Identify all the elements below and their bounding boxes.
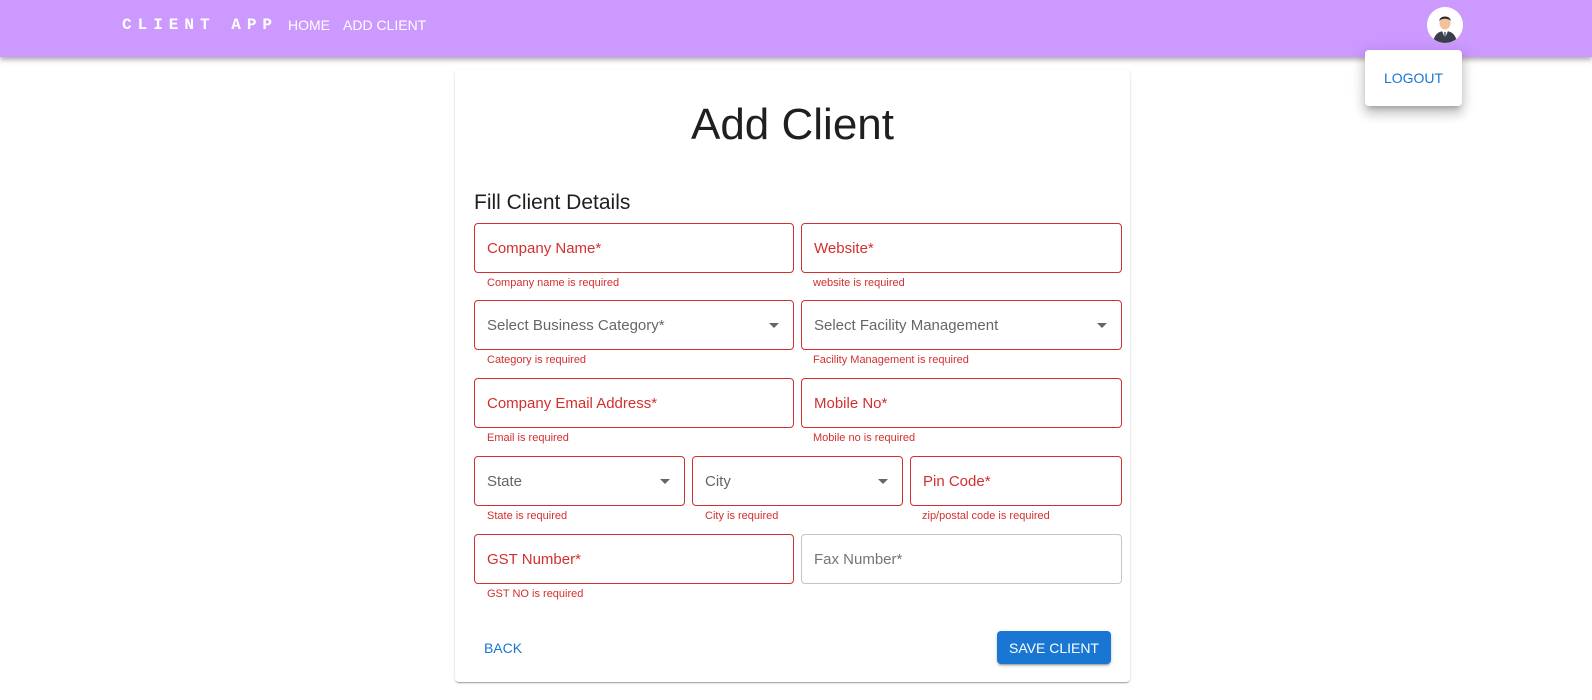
business-category-label: Select Business Category* (487, 317, 665, 334)
facility-management-label: Select Facility Management (814, 317, 999, 334)
company-email-error: Email is required (487, 432, 569, 444)
app-brand[interactable]: CLIENT APP (122, 16, 278, 34)
website-field[interactable]: Website* (801, 223, 1122, 273)
gst-number-label: GST Number* (487, 551, 581, 568)
state-error: State is required (487, 510, 568, 522)
chevron-down-icon (660, 479, 670, 484)
pin-code-label: Pin Code* (923, 473, 991, 490)
logout-menu-item[interactable]: LOGOUT (1365, 50, 1462, 106)
nav-home-link[interactable]: HOME (288, 17, 330, 33)
company-name-error: Company name is required (487, 277, 620, 289)
app-bar: CLIENT APP HOME ADD CLIENT (0, 0, 1592, 57)
back-button[interactable]: BACK (473, 632, 533, 664)
page-title: Add Client (690, 100, 894, 149)
business-category-select[interactable]: Select Business Category* (474, 300, 794, 350)
chevron-down-icon (769, 323, 779, 328)
company-email-field[interactable]: Company Email Address* (474, 378, 794, 428)
user-avatar-icon[interactable] (1427, 7, 1463, 43)
mobile-no-field[interactable]: Mobile No* (801, 378, 1122, 428)
city-label: City (705, 473, 731, 490)
gst-number-field[interactable]: GST Number* (474, 534, 794, 584)
website-label: Website* (814, 240, 874, 257)
chevron-down-icon (878, 479, 888, 484)
save-client-button[interactable]: SAVE CLIENT (997, 631, 1111, 664)
facility-management-select[interactable]: Select Facility Management (801, 300, 1122, 350)
state-select[interactable]: State (474, 456, 685, 506)
gst-number-error: GST NO is required (487, 588, 584, 600)
company-name-label: Company Name* (487, 240, 602, 257)
city-select[interactable]: City (692, 456, 903, 506)
state-label: State (487, 473, 523, 490)
facility-management-error: Facility Management is required (813, 354, 969, 366)
company-email-label: Company Email Address* (487, 395, 658, 412)
fax-number-label: Fax Number* (814, 551, 903, 568)
chevron-down-icon (1097, 323, 1107, 328)
form-subtitle: Fill Client Details (474, 191, 631, 214)
pin-code-error: zip/postal code is required (922, 510, 1050, 522)
user-menu: LOGOUT (1365, 50, 1462, 106)
company-name-field[interactable]: Company Name* (474, 223, 794, 273)
avatar-image (1427, 7, 1463, 43)
city-error: City is required (705, 510, 779, 522)
mobile-no-label: Mobile No* (814, 395, 888, 412)
website-error: website is required (813, 277, 905, 289)
mobile-no-error: Mobile no is required (813, 432, 916, 444)
fax-number-field[interactable]: Fax Number* (801, 534, 1122, 584)
pin-code-field[interactable]: Pin Code* (910, 456, 1122, 506)
nav-add-client-link[interactable]: ADD CLIENT (343, 17, 426, 33)
business-category-error: Category is required (487, 354, 587, 366)
